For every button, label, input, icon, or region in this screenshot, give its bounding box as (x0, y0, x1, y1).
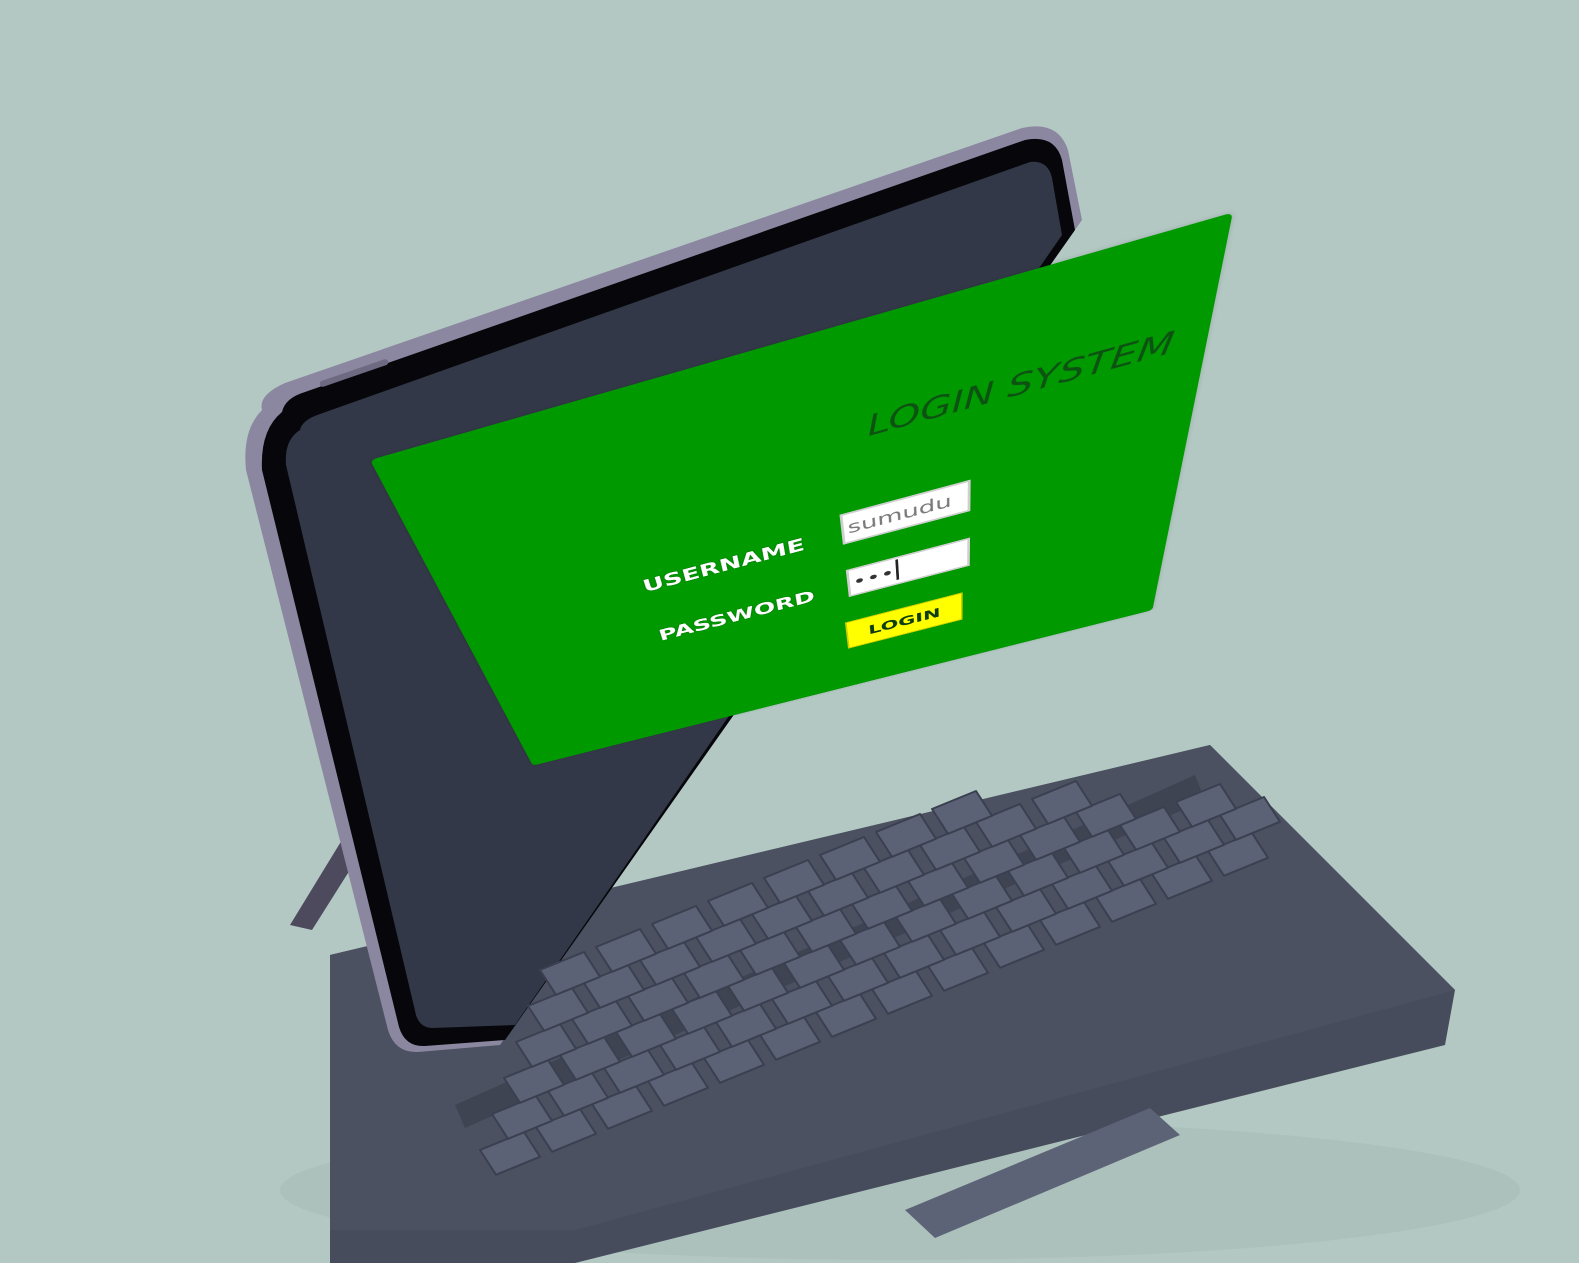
text-caret-icon (895, 559, 900, 580)
username-input[interactable]: sumudu (839, 479, 971, 545)
login-button[interactable]: LOGIN (844, 592, 963, 649)
login-title: LOGIN SYSTEM (866, 324, 1177, 443)
login-button-label: LOGIN (867, 604, 941, 638)
password-input[interactable]: ••• (845, 537, 971, 598)
scene: LOGIN SYSTEM USERNAME sumudu PASSWORD ••… (0, 0, 1579, 1263)
username-label: USERNAME (640, 534, 807, 596)
username-input-value: sumudu (846, 490, 952, 538)
password-input-value: ••• (852, 565, 896, 590)
password-label: PASSWORD (656, 586, 816, 645)
